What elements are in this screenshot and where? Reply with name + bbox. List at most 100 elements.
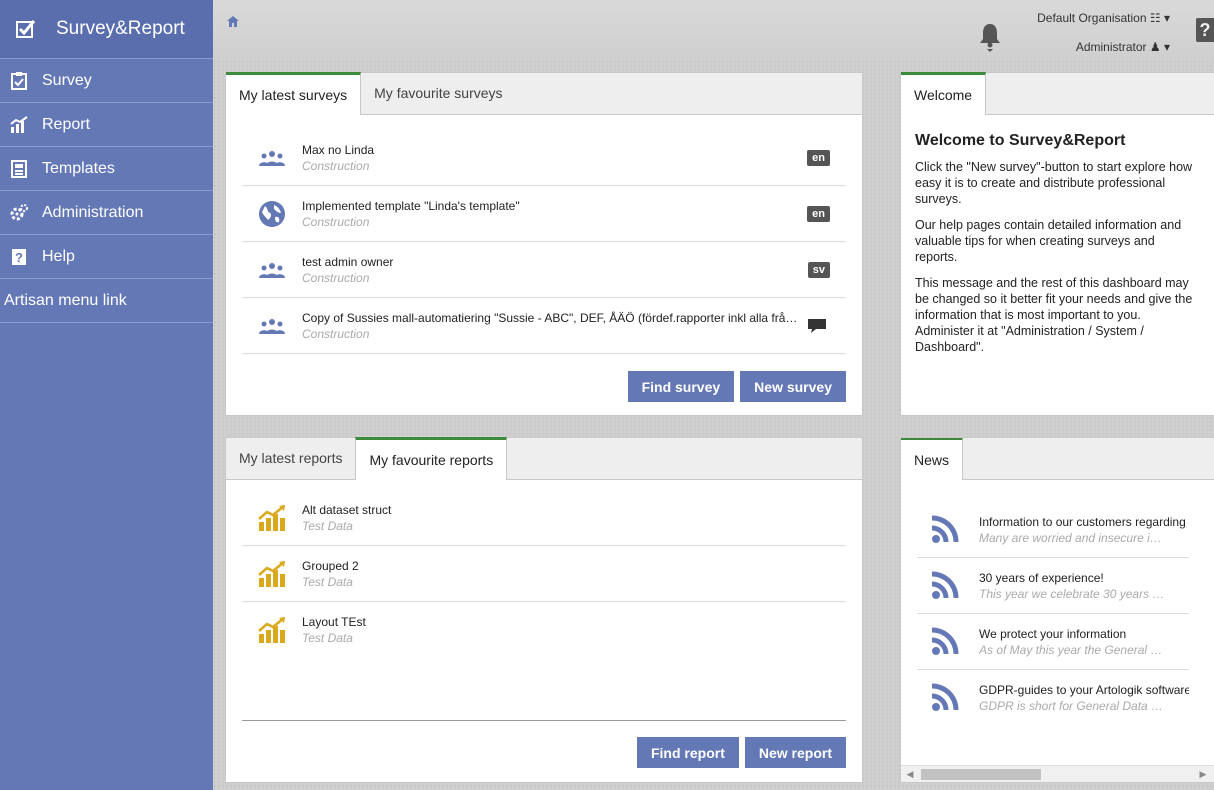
surveys-list: Max no Linda Construction en Implemented…	[226, 115, 862, 354]
reports-panel: My latest reports My favourite reports A…	[225, 437, 863, 783]
survey-subtitle: Construction	[302, 214, 370, 229]
sidebar-item-artisan-menu-link[interactable]: Artisan menu link	[0, 279, 213, 323]
rss-icon	[931, 627, 959, 655]
news-subtitle: Many are worried and insecure i…	[979, 530, 1162, 545]
sidebar-item-label: Templates	[42, 159, 115, 177]
rss-icon	[931, 571, 959, 599]
chart-icon	[10, 115, 28, 133]
sidebar-item-administration[interactable]: Administration	[0, 191, 213, 235]
home-icon[interactable]	[227, 16, 239, 27]
svg-text:?: ?	[15, 250, 23, 265]
news-title: 30 years of experience!	[979, 570, 1104, 585]
list-item[interactable]: Copy of Sussies mall-automatiering "Suss…	[242, 298, 846, 354]
users-icon	[259, 150, 285, 166]
news-panel: News Information to our customers regard…	[900, 437, 1214, 783]
gears-icon	[10, 203, 28, 220]
rss-icon	[931, 515, 959, 543]
sidebar-item-label: Report	[42, 115, 91, 133]
tab-news[interactable]: News	[901, 438, 964, 480]
report-subtitle: Test Data	[302, 574, 353, 589]
survey-title: Max no Linda	[302, 142, 375, 157]
organisation-label: Default Organisation	[1037, 11, 1147, 25]
reports-tabs: My latest reports My favourite reports	[226, 437, 862, 480]
report-subtitle: Test Data	[302, 631, 353, 645]
template-icon	[11, 159, 27, 178]
report-chart-icon	[258, 560, 285, 587]
brand[interactable]: Survey&Report	[0, 0, 213, 59]
report-title: Alt dataset struct	[302, 502, 392, 517]
tab-my-latest-reports[interactable]: My latest reports	[226, 437, 355, 479]
list-item[interactable]: GDPR-guides to your Artologik software G…	[917, 670, 1189, 726]
sidebar-item-label: Administration	[42, 203, 144, 221]
sidebar-item-help[interactable]: ? Help	[0, 235, 213, 279]
clipboard-check-icon	[11, 71, 27, 90]
list-item[interactable]: Alt dataset struct Test Data	[242, 490, 846, 546]
sidebar-item-label: Help	[42, 247, 75, 265]
report-chart-icon	[258, 504, 285, 531]
list-item[interactable]: 30 years of experience! This year we cel…	[917, 558, 1189, 614]
users-icon	[259, 262, 285, 278]
list-item[interactable]: Max no Linda Construction en	[242, 130, 846, 186]
chevron-down-icon: ▾	[1163, 11, 1170, 25]
divider	[242, 720, 846, 721]
surveys-actions: Find survey New survey	[627, 371, 846, 402]
news-subtitle: As of May this year the General …	[979, 642, 1163, 657]
survey-subtitle: Construction	[302, 270, 370, 285]
surveys-tabs: My latest surveys My favourite surveys	[226, 72, 862, 115]
news-subtitle: GDPR is short for General Data …	[979, 699, 1164, 713]
list-item[interactable]: test admin owner Construction sv	[242, 242, 846, 298]
welcome-paragraph: Our help pages contain detailed informat…	[915, 218, 1182, 264]
scroll-right-icon[interactable]: ▶	[1198, 769, 1208, 780]
bell-icon[interactable]	[977, 22, 1003, 52]
users-icon	[259, 318, 285, 334]
welcome-paragraph: Click the "New survey"-button to start e…	[915, 160, 1193, 206]
sidebar-item-label: Artisan menu link	[4, 291, 127, 309]
user-menu[interactable]: Administrator ♟ ▾	[1076, 40, 1170, 54]
checkbox-brand-icon	[16, 20, 36, 38]
list-item[interactable]: Grouped 2 Test Data	[242, 546, 846, 602]
sidebar: Survey&Report Survey Report Templates Ad…	[0, 0, 213, 790]
top-bar: Default Organisation ☷ ▾ Administrator ♟…	[213, 0, 1214, 60]
language-badge: sv	[807, 261, 830, 278]
sidebar-item-templates[interactable]: Templates	[0, 147, 213, 191]
comment-icon	[808, 318, 826, 333]
chevron-down-icon: ▾	[1163, 40, 1170, 54]
list-item[interactable]: Information to our customers regarding C…	[917, 502, 1189, 558]
scroll-left-icon[interactable]: ◀	[905, 769, 915, 780]
sidebar-item-report[interactable]: Report	[0, 103, 213, 147]
list-item[interactable]: We protect your information As of May th…	[917, 614, 1189, 670]
help-question-icon[interactable]: ?	[1196, 18, 1214, 42]
find-survey-button[interactable]: Find survey	[627, 371, 735, 402]
rss-icon	[931, 683, 959, 711]
tab-my-favourite-surveys[interactable]: My favourite surveys	[361, 72, 515, 114]
sidebar-item-survey[interactable]: Survey	[0, 59, 213, 103]
find-report-button[interactable]: Find report	[636, 737, 739, 768]
news-title: We protect your information	[979, 626, 1127, 641]
horizontal-scrollbar[interactable]: ◀ ▶	[901, 765, 1214, 782]
user-icon: ♟	[1149, 40, 1161, 54]
tab-welcome[interactable]: Welcome	[901, 72, 987, 115]
new-report-button[interactable]: New report	[744, 737, 846, 768]
welcome-panel: Welcome Welcome to Survey&Report Click t…	[900, 72, 1214, 416]
survey-title: Implemented template "Linda's template"	[302, 198, 520, 213]
globe-icon	[259, 200, 285, 227]
list-item[interactable]: Layout TEst Test Data	[242, 602, 846, 658]
survey-subtitle: Construction	[302, 326, 370, 341]
welcome-title: Welcome to Survey&Report	[915, 132, 1126, 149]
tab-my-latest-surveys[interactable]: My latest surveys	[226, 72, 362, 115]
scroll-thumb[interactable]	[921, 769, 1041, 780]
tab-my-favourite-reports[interactable]: My favourite reports	[355, 437, 508, 480]
surveys-panel: My latest surveys My favourite surveys M…	[225, 72, 863, 416]
news-tabs: News	[901, 438, 1214, 480]
report-chart-icon	[258, 617, 285, 643]
list-item[interactable]: Implemented template "Linda's template" …	[242, 186, 846, 242]
organisation-menu[interactable]: Default Organisation ☷ ▾	[1037, 11, 1170, 25]
welcome-body: Welcome to Survey&Report Click the "New …	[901, 115, 1214, 355]
welcome-paragraph: This message and the rest of this dashbo…	[915, 276, 1193, 354]
new-survey-button[interactable]: New survey	[740, 371, 846, 402]
reports-list: Alt dataset struct Test Data Grouped 2 T…	[226, 480, 862, 658]
report-title: Layout TEst	[302, 615, 366, 629]
sidebar-item-label: Survey	[42, 71, 92, 89]
survey-subtitle: Construction	[302, 158, 370, 173]
help-book-icon: ?	[12, 248, 26, 265]
